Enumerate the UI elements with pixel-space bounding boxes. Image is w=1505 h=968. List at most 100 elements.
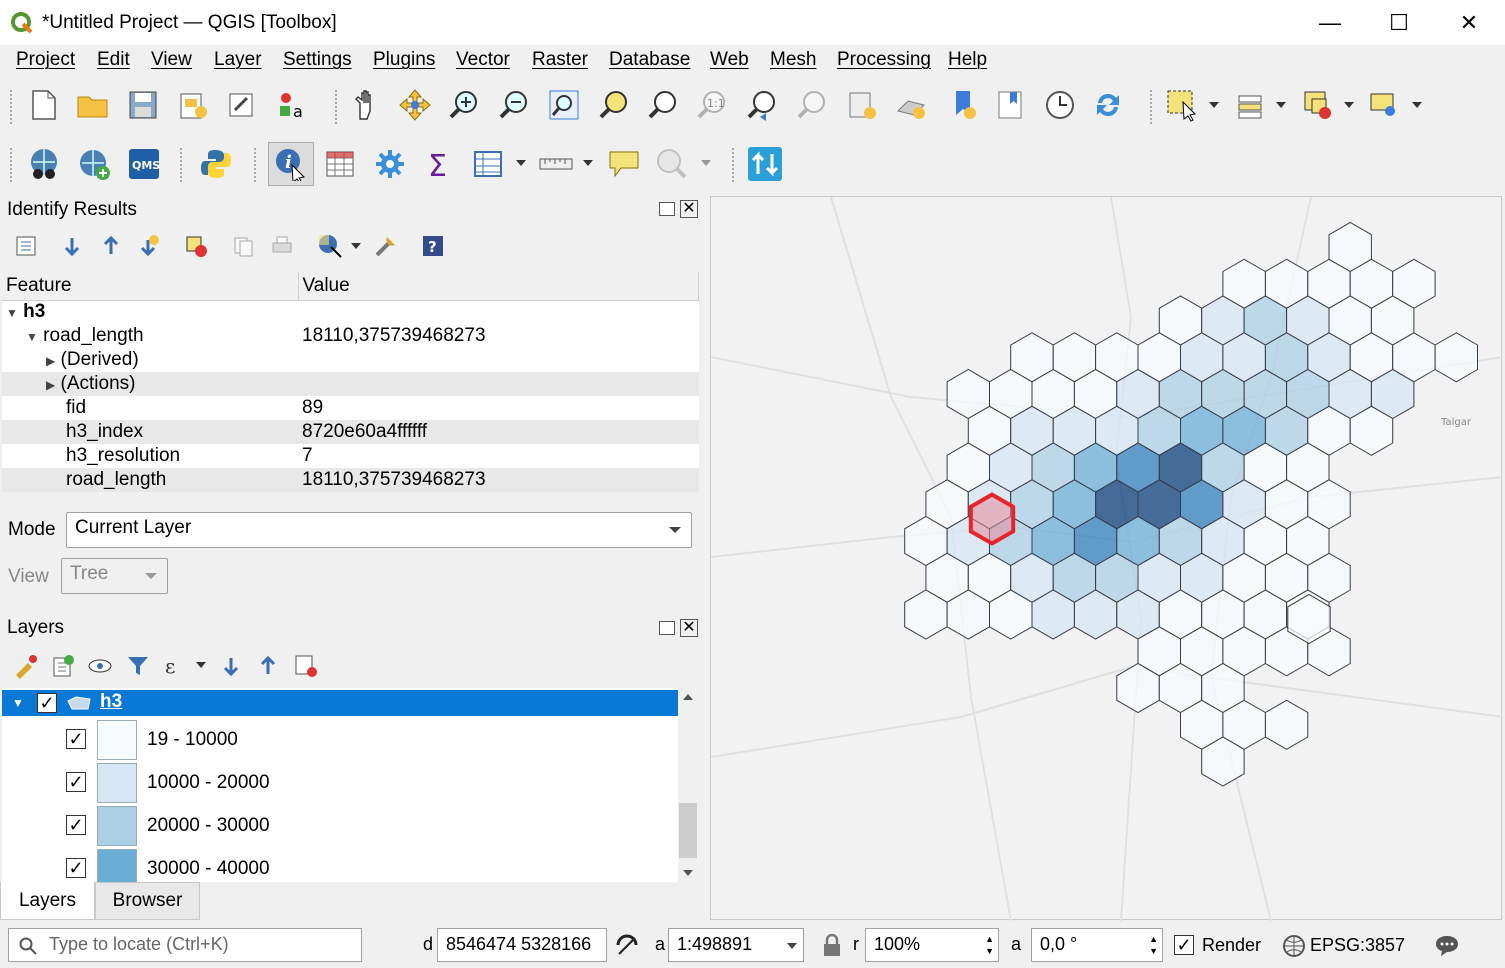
tree-row-actions[interactable]: ▶ (Actions) [2, 372, 699, 396]
measure-dropdown-icon[interactable] [583, 160, 593, 166]
menu-layer[interactable]: Layer [214, 49, 262, 71]
new-3d-map-view-icon[interactable] [891, 85, 931, 125]
legend-item[interactable]: ✓ 19 - 10000 [2, 718, 678, 761]
collapse-arrow-icon[interactable]: ▼ [12, 696, 24, 710]
h3-hexagon[interactable] [1434, 332, 1478, 383]
style-panel-icon[interactable] [5, 646, 45, 686]
pan-to-selection-icon[interactable] [395, 85, 435, 125]
layer-tree-scrollbar[interactable] [678, 688, 698, 882]
temporal-controller-icon[interactable] [1040, 85, 1080, 125]
toggle-extents-icon[interactable] [614, 932, 640, 958]
new-project-icon[interactable] [24, 85, 64, 125]
attribute-table-dropdown-icon[interactable] [516, 160, 526, 166]
tab-browser[interactable]: Browser [95, 882, 200, 920]
toolbar-grip[interactable] [1150, 90, 1154, 124]
select-by-value-dropdown-icon[interactable] [1276, 102, 1286, 108]
pan-map-icon[interactable] [346, 85, 386, 125]
attribute-row[interactable]: road_length 18110,375739468273 [2, 468, 699, 492]
identify-mode-dropdown-icon[interactable] [351, 243, 361, 249]
rotation-spinbox[interactable]: 0,0 ° ▲ ▼ [1031, 928, 1163, 962]
close-button[interactable]: ✕ [1446, 0, 1492, 45]
legend-item[interactable]: ✓ 20000 - 30000 [2, 804, 678, 847]
maximize-button[interactable]: ☐ [1376, 0, 1422, 45]
menu-processing[interactable]: Processing [837, 49, 931, 71]
measure-line-icon[interactable] [536, 144, 576, 184]
legend-item[interactable]: ✓ 10000 - 20000 [2, 761, 678, 804]
menu-settings[interactable]: Settings [283, 49, 352, 71]
identify-features-icon[interactable]: i [268, 142, 314, 186]
style-manager-icon[interactable]: a [272, 85, 312, 125]
swap-direction-icon[interactable] [745, 144, 785, 184]
deselect-dropdown-icon[interactable] [1344, 102, 1354, 108]
coordinate-field[interactable]: 8546474 5328166 [437, 928, 607, 962]
open-project-icon[interactable] [73, 85, 113, 125]
zoom-native-icon[interactable]: 1:1 [692, 85, 732, 125]
feature-column-header[interactable]: Feature [2, 272, 299, 301]
filter-expression-icon[interactable]: ε [155, 646, 195, 686]
scroll-down-icon[interactable] [683, 870, 693, 876]
menu-view[interactable]: View [151, 49, 192, 71]
menu-edit[interactable]: Edit [97, 49, 130, 71]
scroll-up-icon[interactable] [683, 694, 693, 700]
manage-visibility-icon[interactable] [80, 646, 120, 686]
zoom-out-icon[interactable] [494, 85, 534, 125]
new-print-layout-icon[interactable] [173, 85, 213, 125]
float-panel-icon[interactable] [659, 621, 675, 635]
toolbar-grip[interactable] [10, 90, 14, 124]
toolbar-grip[interactable] [10, 148, 14, 182]
legend-checkbox[interactable]: ✓ [66, 772, 86, 792]
spin-arrows-icon[interactable]: ▲ ▼ [1149, 933, 1158, 957]
selected-hexagon[interactable] [968, 492, 1016, 546]
mode-select[interactable]: Current Layer [66, 512, 692, 548]
tree-row-feature[interactable]: ▼ road_length 18110,375739468273 [2, 324, 699, 348]
value-column-header[interactable]: Value [298, 272, 699, 301]
filter-expression-dropdown-icon[interactable] [196, 662, 206, 668]
processing-toolbox-icon[interactable] [370, 144, 410, 184]
print-icon[interactable] [262, 226, 302, 266]
minimize-button[interactable]: — [1307, 0, 1353, 45]
menu-raster[interactable]: Raster [532, 49, 588, 71]
float-panel-icon[interactable] [659, 202, 675, 216]
legend-checkbox[interactable]: ✓ [66, 729, 86, 749]
new-map-view-icon[interactable] [842, 85, 882, 125]
remove-layer-icon[interactable] [286, 646, 326, 686]
toolbar-grip[interactable] [732, 148, 736, 182]
menu-mesh[interactable]: Mesh [770, 49, 816, 71]
identify-settings-icon[interactable] [366, 226, 406, 266]
scrollbar-thumb[interactable] [679, 803, 697, 858]
toolbar-grip[interactable] [254, 148, 258, 182]
select-by-location-dropdown-icon[interactable] [1412, 102, 1422, 108]
crs-label[interactable]: EPSG:3857 [1310, 935, 1405, 956]
new-bookmark-icon[interactable] [943, 85, 983, 125]
toolbar-grip[interactable] [335, 90, 339, 124]
open-attribute-table-icon[interactable] [320, 144, 360, 184]
statistical-summary-icon[interactable]: Σ [418, 144, 458, 184]
expand-all-icon[interactable] [211, 646, 251, 686]
zoom-to-layer-icon[interactable] [643, 85, 683, 125]
layer-visibility-checkbox[interactable]: ✓ [37, 693, 57, 713]
show-bookmarks-icon[interactable] [990, 85, 1030, 125]
map-render[interactable]: Talgar [710, 196, 1504, 922]
legend-item[interactable]: ✓ 30000 - 40000 [2, 847, 678, 882]
menu-project[interactable]: Project [16, 49, 75, 71]
h3-hexagon[interactable] [1264, 699, 1309, 750]
attribute-row[interactable]: fid 89 [2, 396, 699, 420]
render-checkbox[interactable]: ✓ [1174, 935, 1194, 955]
map-tips-icon[interactable] [604, 144, 644, 184]
legend-checkbox[interactable]: ✓ [66, 858, 86, 878]
text-annotation-icon[interactable] [652, 144, 692, 184]
layer-row-h3[interactable]: ▼ ✓ h3 [2, 690, 678, 716]
menu-vector[interactable]: Vector [456, 49, 510, 71]
attribute-row[interactable]: h3_index 8720e60a4ffffff [2, 420, 699, 444]
zoom-next-icon[interactable] [792, 85, 832, 125]
zoom-last-icon[interactable] [742, 85, 782, 125]
add-wms-icon[interactable] [74, 144, 114, 184]
map-canvas[interactable]: Talgar [710, 196, 1504, 922]
menu-plugins[interactable]: Plugins [373, 49, 435, 71]
layout-manager-icon[interactable] [222, 85, 262, 125]
add-group-icon[interactable] [43, 646, 83, 686]
messages-icon[interactable] [1434, 934, 1460, 958]
scale-combobox[interactable]: 1:498891 [668, 928, 804, 962]
copy-feature-icon[interactable] [223, 226, 263, 266]
select-by-value-icon[interactable] [1230, 85, 1270, 125]
